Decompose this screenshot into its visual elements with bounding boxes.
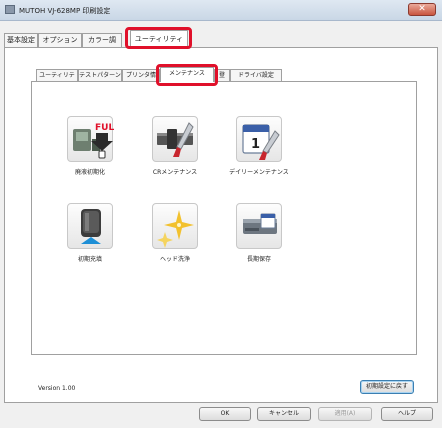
subtab-printer-info[interactable]: プリンタ情 bbox=[122, 69, 160, 81]
daily-maintenance-icon: 1 bbox=[242, 124, 280, 160]
subtab-test-pattern[interactable]: テストパターン bbox=[78, 69, 122, 81]
initial-ink-fill-button[interactable] bbox=[67, 203, 113, 249]
cr-maintenance-button[interactable] bbox=[152, 116, 198, 162]
subtab-register[interactable]: 登 bbox=[214, 69, 230, 81]
apply-button[interactable]: 適用(A) bbox=[318, 407, 372, 421]
subtab-maintenance[interactable]: メンテナンス bbox=[160, 67, 214, 82]
initial-ink-fill-icon bbox=[81, 209, 101, 244]
subtab-driver-settings[interactable]: ドライバ設定 bbox=[230, 69, 282, 81]
head-cleaning-label: ヘッド洗浄 bbox=[159, 256, 190, 263]
window-title: MUTOH VJ-628MP 印刷設定 bbox=[19, 7, 111, 15]
long-term-storage-label: 長期保存 bbox=[246, 256, 271, 263]
long-term-storage-icon bbox=[243, 213, 277, 234]
help-button[interactable]: ヘルプ bbox=[381, 407, 433, 421]
cr-maintenance-icon bbox=[157, 122, 194, 157]
cr-maintenance-label: CRメンテナンス bbox=[152, 169, 198, 176]
version-text: Version 1.00 bbox=[38, 385, 76, 392]
tab-options[interactable]: オプション bbox=[38, 33, 82, 48]
title-bar: MUTOH VJ-628MP 印刷設定 ✕ bbox=[0, 0, 442, 21]
head-cleaning-icon bbox=[157, 210, 194, 248]
cancel-button[interactable]: キャンセル bbox=[257, 407, 311, 421]
close-button[interactable]: ✕ bbox=[408, 3, 436, 16]
restore-defaults-button[interactable]: 初期設定に戻す bbox=[360, 380, 414, 394]
long-term-storage-button[interactable] bbox=[236, 203, 282, 249]
initial-ink-fill-label: 初期充填 bbox=[77, 256, 102, 263]
daily-maintenance-button[interactable]: 1 bbox=[236, 116, 282, 162]
tab-color-adjust[interactable]: カラー調 bbox=[82, 33, 122, 48]
waste-ink-reset-button[interactable]: FULL bbox=[67, 116, 120, 162]
waste-ink-reset-label: 廃液初期化 bbox=[74, 169, 105, 176]
full-badge: FULL bbox=[95, 123, 114, 133]
head-cleaning-button[interactable] bbox=[152, 203, 198, 249]
subtab-utility[interactable]: ユーティリティ bbox=[36, 69, 78, 90]
day-number: 1 bbox=[251, 137, 260, 152]
waste-ink-reset-icon: FULL bbox=[73, 123, 120, 159]
tab-basic-settings[interactable]: 基本設定 bbox=[4, 33, 38, 48]
ok-button[interactable]: OK bbox=[199, 407, 251, 421]
printer-icon bbox=[5, 5, 15, 14]
daily-maintenance-label: デイリーメンテナンス bbox=[229, 169, 289, 176]
tab-utility[interactable]: ユーティリティ bbox=[130, 30, 188, 49]
